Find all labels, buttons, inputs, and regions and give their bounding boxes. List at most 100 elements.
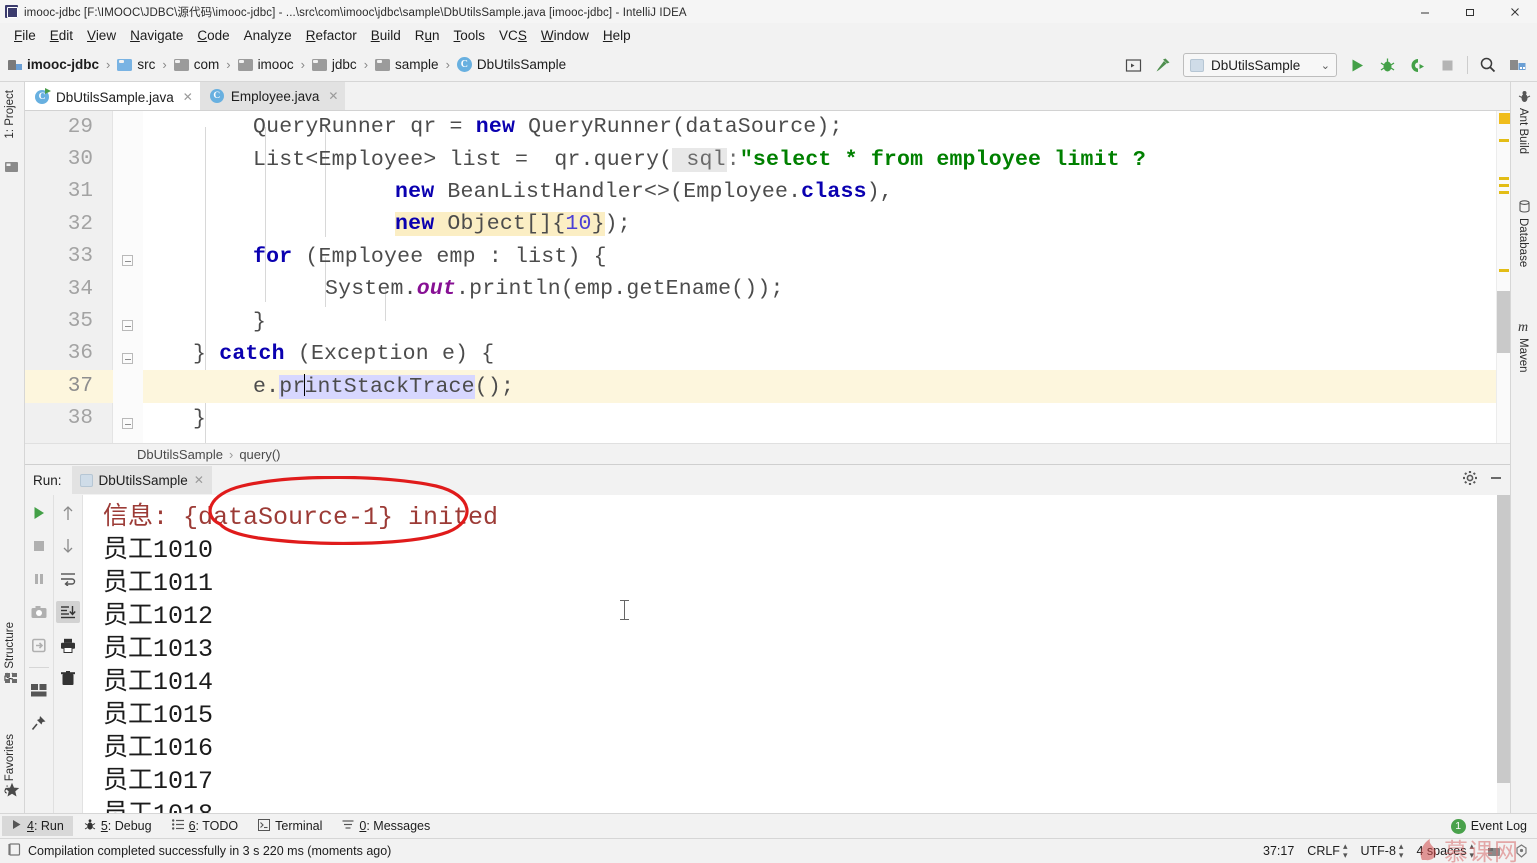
bottom-tab-run[interactable]: 4: Run — [2, 816, 73, 836]
status-caret-position[interactable]: 37:17 — [1263, 844, 1294, 858]
sidebar-item-project[interactable]: 1: Project — [4, 90, 16, 139]
close-button[interactable] — [1492, 0, 1537, 23]
breadcrumb-item-com[interactable]: com — [173, 57, 219, 72]
close-icon[interactable]: ✕ — [328, 89, 338, 103]
close-icon[interactable]: ✕ — [194, 473, 204, 487]
stop-icon[interactable] — [27, 535, 51, 557]
camera-icon[interactable] — [27, 601, 51, 623]
status-line-separator[interactable]: CRLF ▴ ▾ — [1307, 842, 1347, 860]
scrollbar-thumb[interactable] — [1497, 495, 1510, 783]
menu-run[interactable]: Run — [408, 26, 447, 45]
run-with-coverage-button[interactable] — [1402, 50, 1432, 80]
code-line[interactable]: 38 } — [25, 403, 1510, 435]
messages-icon — [342, 819, 354, 833]
debug-button[interactable] — [1372, 50, 1402, 80]
maximize-button[interactable] — [1447, 0, 1492, 23]
pause-icon[interactable] — [27, 568, 51, 590]
console-output[interactable]: 信息: {dataSource-1} inited 员工1010 员工1011 … — [83, 495, 1497, 813]
stripe-marker-warning[interactable] — [1499, 184, 1509, 187]
bottom-tab-label: : Run — [33, 819, 64, 833]
sidebar-item-maven[interactable]: Maven — [1517, 338, 1529, 373]
code-area[interactable]: 29 QueryRunner qr = new QueryRunner(data… — [25, 111, 1510, 464]
code-line[interactable]: 36 } catch (Exception e) { — [25, 338, 1510, 370]
menu-edit[interactable]: Edit — [43, 26, 80, 45]
pin-icon[interactable] — [27, 712, 51, 734]
export-icon[interactable] — [27, 634, 51, 656]
menu-vcs[interactable]: VCS — [492, 26, 534, 45]
breadcrumb-label: DbUtilsSample — [476, 57, 567, 72]
editor-tab-dbutilssample[interactable]: C DbUtilsSample.java ✕ — [25, 82, 200, 110]
menu-refactor[interactable]: Refactor — [299, 26, 364, 45]
breadcrumb-item-imooc[interactable]: imooc — [237, 57, 294, 72]
bottom-tab-terminal[interactable]: Terminal — [249, 816, 331, 837]
menu-help[interactable]: Help — [596, 26, 638, 45]
sidebar-item-label: Ant Build — [1517, 108, 1529, 155]
scroll-to-end-icon[interactable] — [56, 601, 81, 623]
scroll-up-icon[interactable] — [56, 502, 80, 524]
stripe-marker-warning[interactable] — [1499, 113, 1510, 124]
code-line[interactable]: 29 QueryRunner qr = new QueryRunner(data… — [25, 111, 1510, 143]
code-line[interactable]: 31 new BeanListHandler<>(Employee.class)… — [25, 176, 1510, 208]
bottom-tab-label: Terminal — [275, 819, 323, 833]
soft-wrap-icon[interactable] — [56, 568, 80, 590]
bottom-tab-todo[interactable]: 6: TODO — [163, 816, 248, 836]
breadcrumb-item-src[interactable]: src — [117, 57, 155, 72]
editor-tab-employee[interactable]: C Employee.java ✕ — [199, 82, 346, 110]
minimize-button[interactable] — [1402, 0, 1447, 23]
console-vertical-scrollbar[interactable] — [1497, 495, 1510, 813]
folder-icon — [311, 58, 327, 71]
code-line-current[interactable]: 37 e.printStackTrace(); — [25, 370, 1510, 403]
status-message-area[interactable]: Compilation completed successfully in 3 … — [8, 843, 391, 859]
code-line[interactable]: 33 for (Employee emp : list) { — [25, 241, 1510, 273]
run-config-label: DbUtilsSample — [1211, 57, 1301, 73]
code-line[interactable]: 30 List<Employee> list = qr.query( sql:"… — [25, 143, 1510, 175]
breadcrumb-item-jdbc[interactable]: jdbc — [311, 57, 357, 72]
breadcrumb-item-sample[interactable]: sample — [375, 57, 439, 72]
code-line[interactable]: 32 new Object[]{10}); — [25, 208, 1510, 240]
menu-code[interactable]: Code — [190, 26, 236, 45]
layout-icon[interactable] — [27, 679, 51, 701]
run-anything-icon[interactable] — [1118, 50, 1148, 80]
close-icon[interactable]: ✕ — [183, 90, 193, 104]
error-stripe[interactable] — [1496, 111, 1510, 464]
code-line[interactable]: 35 } — [25, 305, 1510, 337]
menu-analyze[interactable]: Analyze — [237, 26, 299, 45]
rerun-icon[interactable] — [27, 502, 51, 524]
sidebar-item-ant-build[interactable]: Ant Build — [1517, 108, 1529, 154]
print-icon[interactable] — [56, 634, 80, 656]
run-button[interactable] — [1342, 50, 1372, 80]
project-structure-icon[interactable] — [1503, 50, 1533, 80]
vertical-scrollbar-thumb[interactable] — [1497, 291, 1510, 353]
console-line: 员工1011 — [103, 569, 214, 598]
stripe-marker-warning[interactable] — [1499, 177, 1509, 180]
sidebar-item-database[interactable]: Database — [1517, 218, 1529, 267]
editor-breadcrumb-class[interactable]: DbUtilsSample — [137, 447, 223, 462]
editor-breadcrumb-method[interactable]: query() — [239, 447, 280, 462]
scroll-down-icon[interactable] — [56, 535, 80, 557]
console-line: 员工1017 — [103, 767, 214, 796]
bottom-tab-debug[interactable]: 5: Debug — [75, 816, 161, 837]
code-line[interactable]: 34 System.out.println(emp.getEname()); — [25, 273, 1510, 305]
menu-tools[interactable]: Tools — [447, 26, 493, 45]
status-encoding[interactable]: UTF-8 ▴ ▾ — [1360, 842, 1403, 860]
stripe-marker-warning[interactable] — [1499, 139, 1509, 142]
menu-navigate[interactable]: Navigate — [123, 26, 190, 45]
stripe-marker-warning[interactable] — [1499, 191, 1509, 194]
menu-file[interactable]: File — [7, 26, 43, 45]
stripe-marker-warning[interactable] — [1499, 269, 1509, 272]
menu-view[interactable]: View — [80, 26, 123, 45]
menu-build[interactable]: Build — [364, 26, 408, 45]
stop-button[interactable] — [1432, 50, 1462, 80]
run-configuration-selector[interactable]: DbUtilsSample ⌄ — [1183, 53, 1337, 77]
gear-icon[interactable] — [1462, 470, 1478, 491]
run-tab-dbutilssample[interactable]: DbUtilsSample ✕ — [71, 466, 212, 494]
minimize-icon[interactable] — [1488, 470, 1504, 491]
hammer-build-icon[interactable] — [1148, 50, 1178, 80]
breadcrumb-item-module[interactable]: imooc-jdbc — [8, 57, 99, 72]
bottom-tab-messages[interactable]: 0: Messages — [333, 816, 439, 836]
menu-window[interactable]: Window — [534, 26, 596, 45]
breadcrumb-item-class[interactable]: C DbUtilsSample — [456, 57, 567, 72]
search-everywhere-icon[interactable] — [1473, 50, 1503, 80]
clear-all-icon[interactable] — [56, 667, 80, 689]
window-title: imooc-jdbc [F:\IMOOC\JDBC\源代码\imooc-jdbc… — [24, 6, 687, 19]
